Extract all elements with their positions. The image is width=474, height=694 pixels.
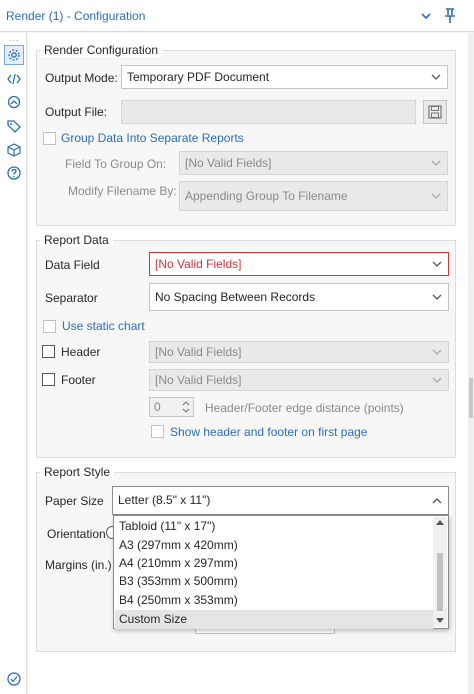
panel-scrollbar[interactable]	[468, 33, 474, 694]
header-label: Header	[61, 345, 101, 359]
check-circle-icon[interactable]	[4, 669, 24, 689]
paper-size-select[interactable]: Letter (8.5" x 11")	[112, 486, 449, 515]
sidebar-dots: ...	[9, 33, 20, 43]
dropdown-option[interactable]: B4 (250mm x 353mm)	[115, 591, 433, 610]
paper-size-dropdown: Tabloid (11" x 17") A3 (297mm x 420mm) A…	[113, 515, 449, 629]
chevron-down-icon	[432, 349, 442, 355]
footer-label: Footer	[61, 373, 96, 387]
group-data-checkbox[interactable]	[43, 132, 56, 145]
header-checkbox[interactable]	[42, 345, 55, 358]
modify-filename-select[interactable]: Appending Group To Filename	[179, 181, 448, 211]
stepper-arrows-icon[interactable]	[181, 400, 191, 414]
panel-title-bar: Render (1) - Configuration	[0, 0, 474, 32]
chevron-down-icon	[432, 294, 442, 300]
scrollbar-thumb[interactable]	[469, 378, 473, 418]
edge-distance-value: 0	[154, 400, 161, 414]
save-file-button[interactable]	[423, 100, 447, 124]
footer-value: [No Valid Fields]	[155, 373, 242, 387]
save-icon	[428, 105, 442, 119]
edge-distance-stepper[interactable]: 0	[149, 397, 194, 417]
dropdown-option[interactable]: Tabloid (11" x 17")	[115, 517, 433, 536]
output-mode-value: Temporary PDF Document	[127, 70, 270, 84]
orientation-label: Orientation	[47, 527, 106, 541]
help-icon[interactable]	[4, 163, 24, 183]
modify-filename-label: Modify Filename By:	[68, 184, 177, 198]
output-mode-select[interactable]: Temporary PDF Document	[121, 65, 448, 89]
field-to-group-label: Field To Group On:	[65, 157, 167, 171]
static-chart-checkbox[interactable]	[43, 320, 56, 333]
dropdown-option[interactable]: A3 (297mm x 420mm)	[115, 536, 433, 555]
separator-select[interactable]: No Spacing Between Records	[149, 283, 449, 311]
panel-title: Render (1) - Configuration	[6, 9, 146, 23]
tag-icon[interactable]	[4, 116, 24, 136]
chevron-down-icon	[431, 160, 441, 166]
gear-icon[interactable]	[4, 45, 24, 65]
footer-select[interactable]: [No Valid Fields]	[149, 369, 449, 391]
pin-icon[interactable]	[440, 6, 460, 26]
show-first-page-checkbox[interactable]	[151, 425, 164, 438]
chevron-down-icon	[432, 261, 442, 267]
data-field-value: [No Valid Fields]	[155, 257, 242, 271]
chevron-down-icon	[431, 74, 441, 80]
field-to-group-value: [No Valid Fields]	[185, 156, 272, 170]
paper-size-value: Letter (8.5" x 11")	[118, 493, 211, 507]
report-style-title: Report Style	[40, 465, 115, 479]
separator-label: Separator	[45, 291, 98, 305]
chevron-down-icon[interactable]	[416, 6, 436, 26]
margins-label: Margins (in.)	[45, 558, 112, 572]
connection-icon[interactable]	[4, 92, 24, 112]
show-first-page-label[interactable]: Show header and footer on first page	[170, 425, 367, 439]
chevron-down-icon	[432, 377, 442, 383]
dropdown-option[interactable]: A4 (210mm x 297mm)	[115, 554, 433, 573]
dropdown-scrollbar-thumb[interactable]	[437, 553, 443, 611]
sidebar: ...	[0, 33, 27, 694]
scroll-down-icon[interactable]	[436, 618, 444, 624]
header-select[interactable]: [No Valid Fields]	[149, 341, 449, 363]
modify-filename-value: Appending Group To Filename	[185, 189, 348, 203]
field-to-group-select[interactable]: [No Valid Fields]	[179, 151, 448, 175]
data-field-select[interactable]: [No Valid Fields]	[149, 252, 449, 276]
footer-checkbox[interactable]	[42, 373, 55, 386]
output-file-input[interactable]	[121, 100, 416, 124]
cube-icon[interactable]	[4, 140, 24, 160]
dropdown-scrollbar[interactable]	[433, 517, 447, 627]
scroll-up-icon[interactable]	[436, 519, 444, 525]
output-mode-label: Output Mode:	[45, 71, 118, 85]
data-field-label: Data Field	[45, 258, 100, 272]
group-data-label[interactable]: Group Data Into Separate Reports	[61, 131, 244, 145]
render-configuration-title: Render Configuration	[40, 43, 163, 57]
static-chart-label[interactable]: Use static chart	[62, 319, 145, 333]
output-file-label: Output File:	[45, 105, 108, 119]
dropdown-option-selected[interactable]: Custom Size	[115, 610, 433, 629]
edge-distance-label: Header/Footer edge distance (points)	[205, 401, 404, 415]
chevron-up-icon	[432, 498, 442, 504]
separator-value: No Spacing Between Records	[155, 290, 316, 304]
paper-size-label: Paper Size	[45, 494, 104, 508]
code-icon[interactable]	[4, 69, 24, 89]
dropdown-option[interactable]: B3 (353mm x 500mm)	[115, 572, 433, 591]
report-data-title: Report Data	[40, 233, 113, 247]
chevron-down-icon	[431, 193, 441, 199]
header-value: [No Valid Fields]	[155, 345, 242, 359]
